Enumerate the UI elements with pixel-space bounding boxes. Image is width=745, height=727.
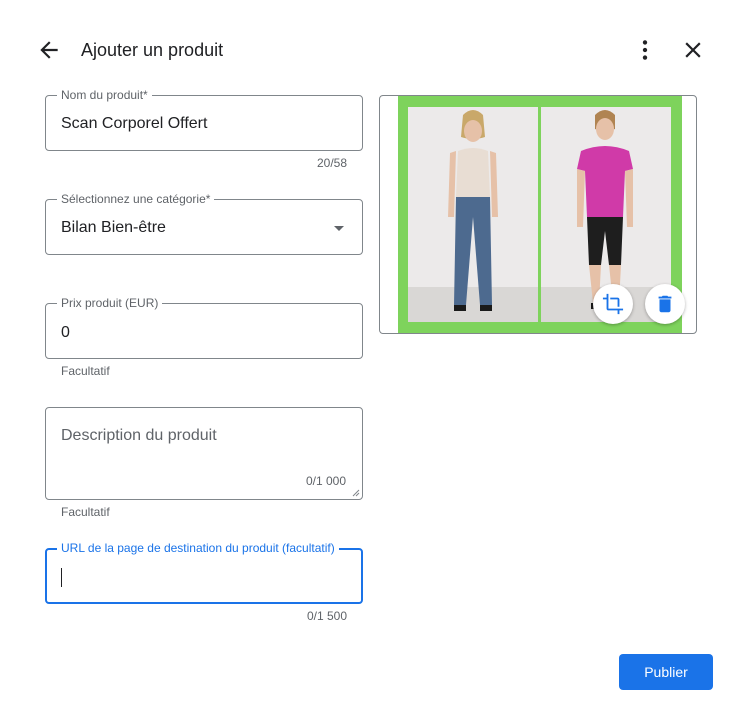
product-name-counter: 20/58 <box>316 156 347 170</box>
delete-button[interactable] <box>645 284 685 324</box>
description-placeholder: Description du produit <box>61 427 217 444</box>
landing-url-label: URL de la page de destination du produit… <box>57 541 339 555</box>
price-value[interactable]: 0 <box>61 324 70 342</box>
delete-icon <box>658 295 672 313</box>
resize-handle-icon[interactable] <box>352 489 360 497</box>
category-value[interactable]: Bilan Bien-être <box>61 219 166 237</box>
product-name-value[interactable]: Scan Corporel Offert <box>61 115 207 133</box>
publish-button[interactable]: Publier <box>619 654 713 690</box>
dropdown-arrow-icon[interactable] <box>334 226 344 231</box>
more-vert-icon <box>642 40 648 60</box>
close-icon <box>685 42 701 58</box>
dialog-title: Ajouter un produit <box>81 40 224 60</box>
crop-button[interactable] <box>593 284 633 324</box>
landing-url-field[interactable]: URL de la page de destination du produit… <box>45 541 363 604</box>
crop-icon <box>602 293 624 315</box>
price-label: Prix produit (EUR) <box>57 296 163 310</box>
product-photo <box>398 96 682 333</box>
product-image-preview <box>379 95 697 334</box>
back-button[interactable] <box>36 37 62 63</box>
arrow-back-icon <box>40 41 58 59</box>
category-select[interactable]: Sélectionnez une catégorie* Bilan Bien-ê… <box>45 192 363 255</box>
landing-url-counter: 0/1 500 <box>306 609 347 623</box>
photo-panel-left <box>408 107 538 322</box>
close-button[interactable] <box>680 37 706 63</box>
more-options-button[interactable] <box>632 37 658 63</box>
description-counter: 0/1 000 <box>305 474 346 488</box>
product-name-label: Nom du produit* <box>57 88 152 102</box>
price-field[interactable]: Prix produit (EUR) 0 <box>45 296 363 359</box>
price-helper-text: Facultatif <box>61 364 110 378</box>
text-cursor <box>61 568 62 587</box>
product-name-field[interactable]: Nom du produit* Scan Corporel Offert <box>45 88 363 151</box>
category-label: Sélectionnez une catégorie* <box>57 192 215 206</box>
dialog-header: Ajouter un produit <box>0 0 745 100</box>
description-textarea[interactable]: Description du produit 0/1 000 <box>45 407 363 500</box>
description-helper-text: Facultatif <box>61 505 110 519</box>
